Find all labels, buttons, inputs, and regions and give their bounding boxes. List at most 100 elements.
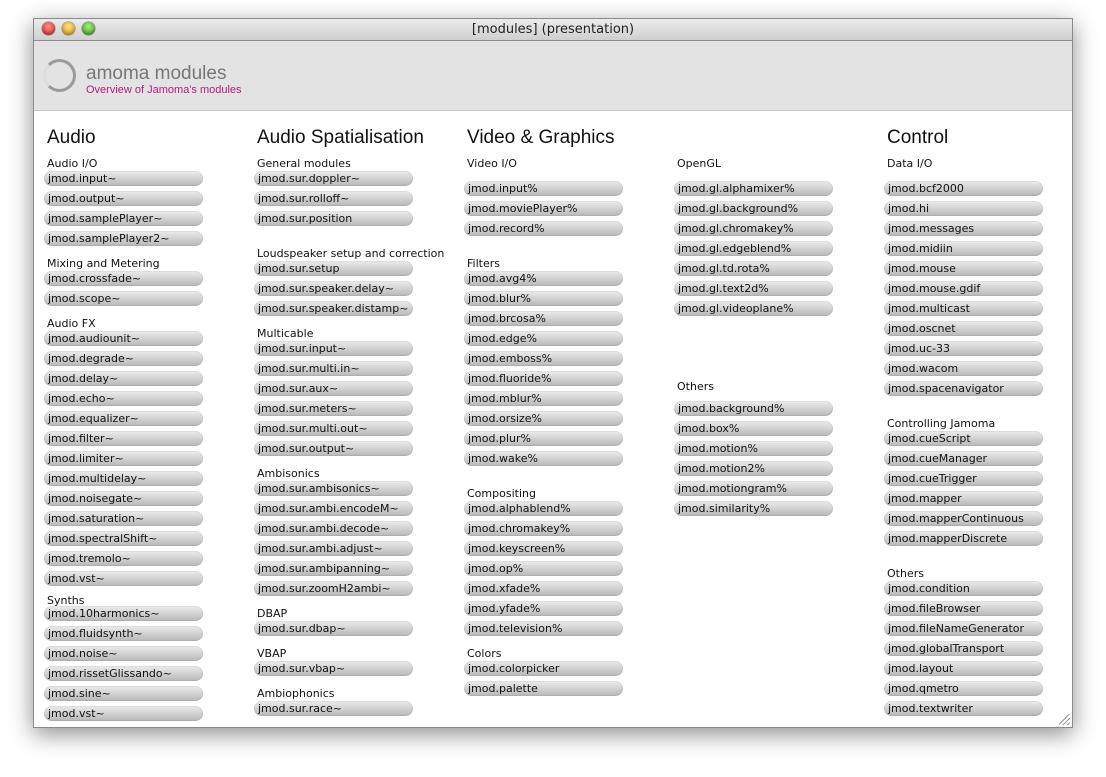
module-button[interactable]: jmod.oscnet — [884, 321, 1043, 336]
module-button[interactable]: jmod.sur.zoomH2ambi~ — [254, 581, 413, 596]
module-button[interactable]: jmod.output~ — [44, 191, 203, 206]
module-button[interactable]: jmod.plur% — [464, 431, 623, 446]
module-button[interactable]: jmod.gl.videoplane% — [674, 301, 833, 316]
module-button[interactable]: jmod.scope~ — [44, 291, 203, 306]
module-button[interactable]: jmod.fluidsynth~ — [44, 626, 203, 641]
module-button[interactable]: jmod.samplePlayer~ — [44, 211, 203, 226]
module-button[interactable]: jmod.tremolo~ — [44, 551, 203, 566]
module-button[interactable]: jmod.mouse.gdif — [884, 281, 1043, 296]
module-button[interactable]: jmod.spectralShift~ — [44, 531, 203, 546]
module-button[interactable]: jmod.hi — [884, 201, 1043, 216]
module-button[interactable]: jmod.cueManager — [884, 451, 1043, 466]
module-button[interactable]: jmod.bcf2000 — [884, 181, 1043, 196]
module-button[interactable]: jmod.gl.edgeblend% — [674, 241, 833, 256]
module-button[interactable]: jmod.samplePlayer2~ — [44, 231, 203, 246]
module-button[interactable]: jmod.sur.speaker.delay~ — [254, 281, 413, 296]
module-button[interactable]: jmod.sur.speaker.distamp~ — [254, 301, 413, 316]
module-button[interactable]: jmod.fileNameGenerator — [884, 621, 1043, 636]
module-button[interactable]: jmod.delay~ — [44, 371, 203, 386]
module-button[interactable]: jmod.sur.ambipanning~ — [254, 561, 413, 576]
module-button[interactable]: jmod.equalizer~ — [44, 411, 203, 426]
module-button[interactable]: jmod.background% — [674, 401, 833, 416]
module-button[interactable]: jmod.edge% — [464, 331, 623, 346]
module-button[interactable]: jmod.audiounit~ — [44, 331, 203, 346]
module-button[interactable]: jmod.gl.text2d% — [674, 281, 833, 296]
module-button[interactable]: jmod.textwriter — [884, 701, 1043, 716]
module-button[interactable]: jmod.input% — [464, 181, 623, 196]
module-button[interactable]: jmod.input~ — [44, 171, 203, 186]
module-button[interactable]: jmod.sur.ambisonics~ — [254, 481, 413, 496]
module-button[interactable]: jmod.noisegate~ — [44, 491, 203, 506]
module-button[interactable]: jmod.brcosa% — [464, 311, 623, 326]
module-button[interactable]: jmod.similarity% — [674, 501, 833, 516]
module-button[interactable]: jmod.orsize% — [464, 411, 623, 426]
module-button[interactable]: jmod.moviePlayer% — [464, 201, 623, 216]
module-button[interactable]: jmod.wake% — [464, 451, 623, 466]
module-button[interactable]: jmod.fileBrowser — [884, 601, 1043, 616]
module-button[interactable]: jmod.sur.vbap~ — [254, 661, 413, 676]
module-button[interactable]: jmod.sur.doppler~ — [254, 171, 413, 186]
module-button[interactable]: jmod.vst~ — [44, 571, 203, 586]
module-button[interactable]: jmod.mapperDiscrete — [884, 531, 1043, 546]
module-button[interactable]: jmod.record% — [464, 221, 623, 236]
module-button[interactable]: jmod.gl.chromakey% — [674, 221, 833, 236]
module-button[interactable]: jmod.mapperContinuous — [884, 511, 1043, 526]
module-button[interactable]: jmod.globalTransport — [884, 641, 1043, 656]
module-button[interactable]: jmod.colorpicker — [464, 661, 623, 676]
module-button[interactable]: jmod.chromakey% — [464, 521, 623, 536]
module-button[interactable]: jmod.fluoride% — [464, 371, 623, 386]
module-button[interactable]: jmod.messages — [884, 221, 1043, 236]
module-button[interactable]: jmod.sur.rolloff~ — [254, 191, 413, 206]
module-button[interactable]: jmod.midiin — [884, 241, 1043, 256]
module-button[interactable]: jmod.sur.ambi.encodeM~ — [254, 501, 413, 516]
module-button[interactable]: jmod.motion% — [674, 441, 833, 456]
module-button[interactable]: jmod.sur.meters~ — [254, 401, 413, 416]
module-button[interactable]: jmod.cueScript — [884, 431, 1043, 446]
module-button[interactable]: jmod.wacom — [884, 361, 1043, 376]
module-button[interactable]: jmod.alphablend% — [464, 501, 623, 516]
module-button[interactable]: jmod.keyscreen% — [464, 541, 623, 556]
module-button[interactable]: jmod.condition — [884, 581, 1043, 596]
module-button[interactable]: jmod.noise~ — [44, 646, 203, 661]
module-button[interactable]: jmod.degrade~ — [44, 351, 203, 366]
module-button[interactable]: jmod.multidelay~ — [44, 471, 203, 486]
module-button[interactable]: jmod.sur.race~ — [254, 701, 413, 716]
module-button[interactable]: jmod.yfade% — [464, 601, 623, 616]
module-button[interactable]: jmod.television% — [464, 621, 623, 636]
module-button[interactable]: jmod.limiter~ — [44, 451, 203, 466]
module-button[interactable]: jmod.palette — [464, 681, 623, 696]
module-button[interactable]: jmod.sur.dbap~ — [254, 621, 413, 636]
module-button[interactable]: jmod.spacenavigator — [884, 381, 1043, 396]
module-button[interactable]: jmod.rissetGlissando~ — [44, 666, 203, 681]
title-bar[interactable]: [modules] (presentation) — [34, 19, 1072, 41]
module-button[interactable]: jmod.layout — [884, 661, 1043, 676]
module-button[interactable]: jmod.motion2% — [674, 461, 833, 476]
module-button[interactable]: jmod.uc-33 — [884, 341, 1043, 356]
module-button[interactable]: jmod.gl.alphamixer% — [674, 181, 833, 196]
module-button[interactable]: jmod.sine~ — [44, 686, 203, 701]
module-button[interactable]: jmod.sur.output~ — [254, 441, 413, 456]
module-button[interactable]: jmod.xfade% — [464, 581, 623, 596]
module-button[interactable]: jmod.gl.td.rota% — [674, 261, 833, 276]
module-button[interactable]: jmod.emboss% — [464, 351, 623, 366]
module-button[interactable]: jmod.echo~ — [44, 391, 203, 406]
module-button[interactable]: jmod.motiongram% — [674, 481, 833, 496]
module-button[interactable]: jmod.gl.background% — [674, 201, 833, 216]
module-button[interactable]: jmod.qmetro — [884, 681, 1043, 696]
module-button[interactable]: jmod.cueTrigger — [884, 471, 1043, 486]
module-button[interactable]: jmod.crossfade~ — [44, 271, 203, 286]
module-button[interactable]: jmod.sur.ambi.decode~ — [254, 521, 413, 536]
module-button[interactable]: jmod.sur.setup — [254, 261, 413, 276]
module-button[interactable]: jmod.filter~ — [44, 431, 203, 446]
module-button[interactable]: jmod.sur.ambi.adjust~ — [254, 541, 413, 556]
module-button[interactable]: jmod.saturation~ — [44, 511, 203, 526]
module-button[interactable]: jmod.sur.input~ — [254, 341, 413, 356]
module-button[interactable]: jmod.vst~ — [44, 706, 203, 721]
module-button[interactable]: jmod.blur% — [464, 291, 623, 306]
module-button[interactable]: jmod.mapper — [884, 491, 1043, 506]
module-button[interactable]: jmod.sur.multi.in~ — [254, 361, 413, 376]
module-button[interactable]: jmod.mouse — [884, 261, 1043, 276]
module-button[interactable]: jmod.sur.position — [254, 211, 413, 226]
module-button[interactable]: jmod.avg4% — [464, 271, 623, 286]
module-button[interactable]: jmod.box% — [674, 421, 833, 436]
